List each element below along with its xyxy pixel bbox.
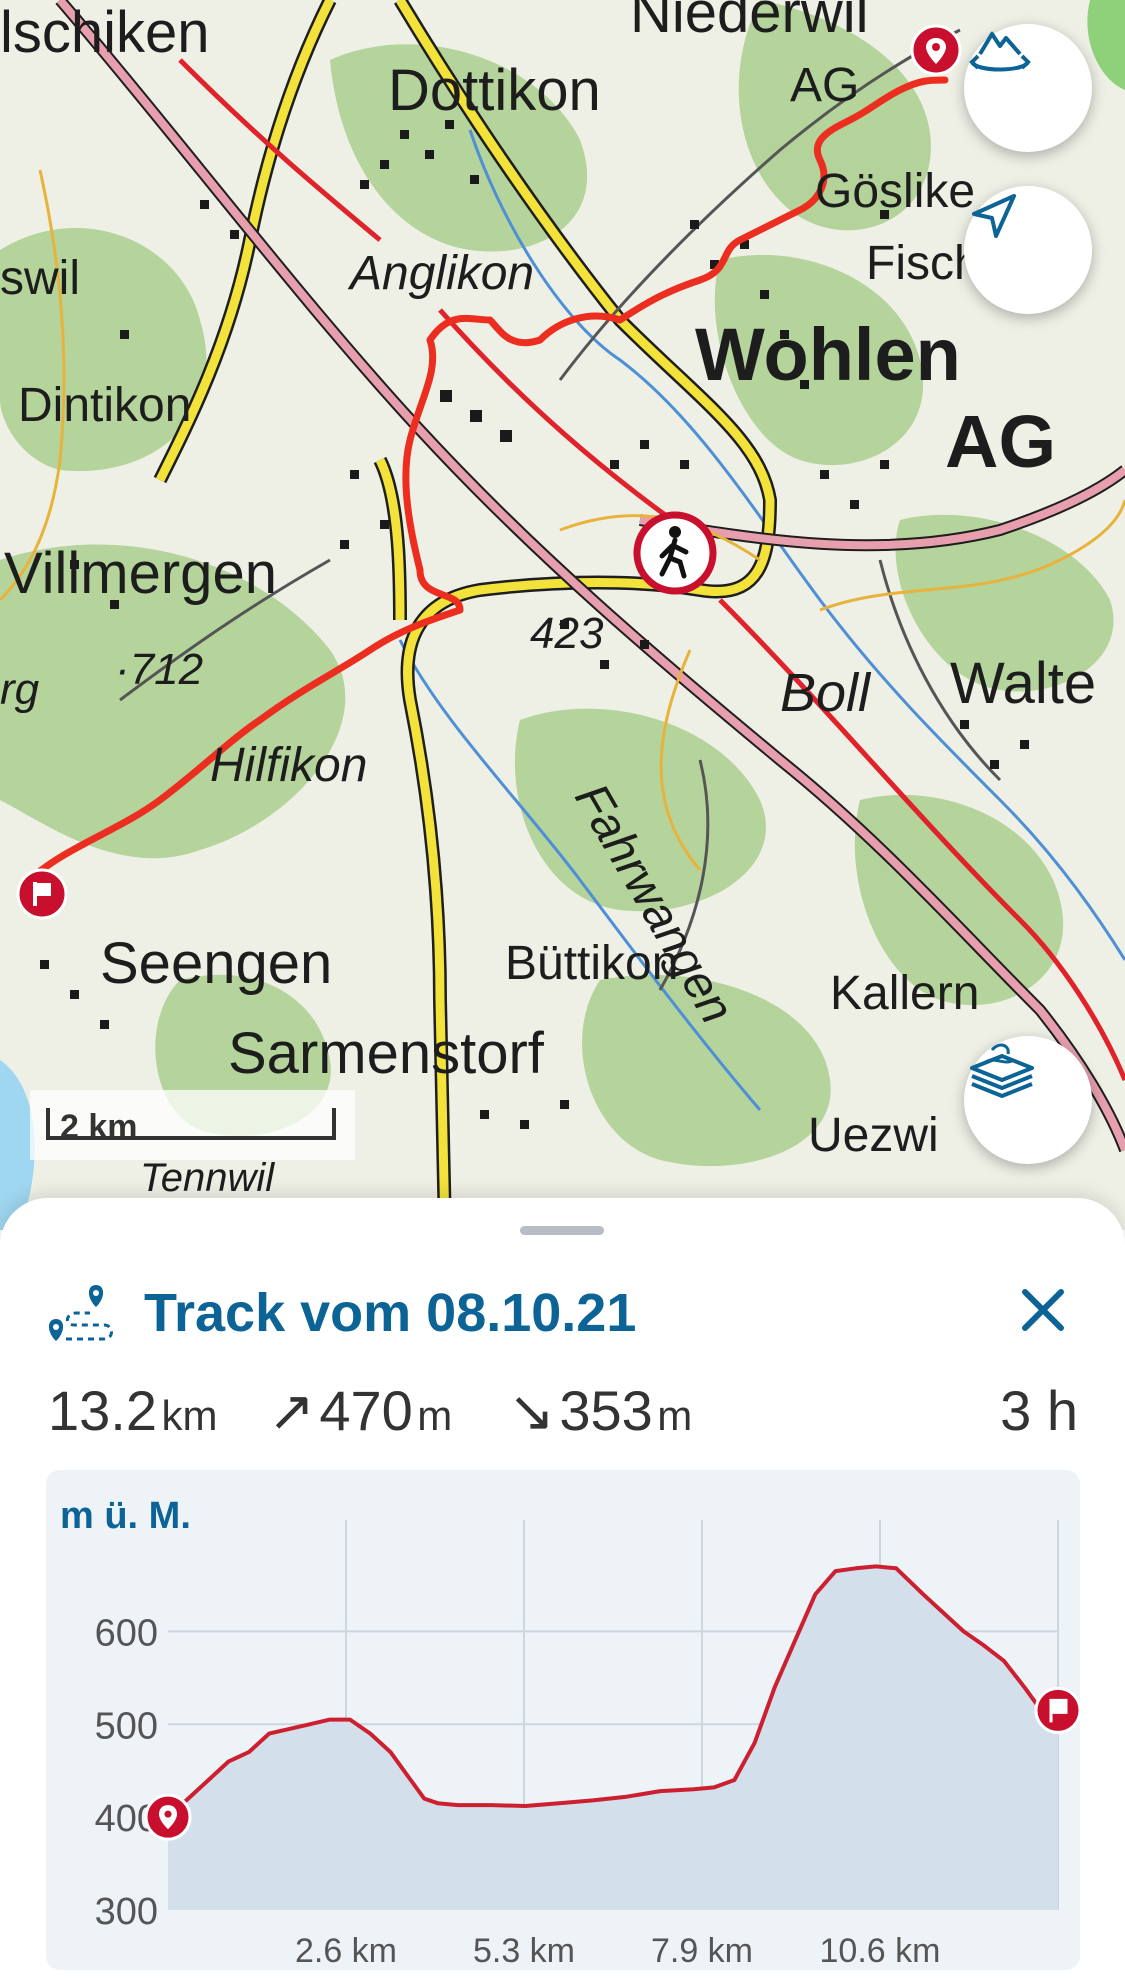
elevation-area xyxy=(168,1566,1058,1910)
y-tick-label: 300 xyxy=(95,1891,158,1933)
track-header: Track vom 08.10.21 xyxy=(44,1278,636,1348)
x-tick-label: 10.6 km xyxy=(820,1932,941,1970)
map-label: Dintikon xyxy=(18,379,192,432)
x-tick-label: 2.6 km xyxy=(295,1932,397,1970)
map-label: Hilfikon xyxy=(210,739,368,792)
descent-unit: m xyxy=(657,1392,693,1439)
scale-bar: 2 km xyxy=(30,1090,355,1160)
ascent-arrow-icon: ↗ xyxy=(268,1379,315,1442)
ascent-value: 470 xyxy=(319,1379,413,1442)
map-label: Dottikon xyxy=(388,58,601,123)
layers-icon xyxy=(970,1043,1034,1098)
elevation-chart-svg: m ü. M.3004005006002.6 km 5.3 km 7.9 km 10.… xyxy=(60,1495,1080,1970)
map-label: Niederwil xyxy=(630,0,869,45)
map-layers-button[interactable] xyxy=(964,1036,1092,1164)
map-label: Sarmenstorf xyxy=(228,1021,544,1086)
y-tick-label: 600 xyxy=(95,1612,158,1654)
locate-me-button[interactable] xyxy=(964,186,1092,314)
track-stats: 13.2 km ↗ 470 m ↘ 353 m 3 h xyxy=(48,1378,1078,1448)
distance-value: 13.2 xyxy=(48,1379,157,1442)
descent-arrow-icon: ↘ xyxy=(508,1379,555,1442)
track-title: Track vom 08.10.21 xyxy=(144,1283,637,1343)
map-label: Villmergen xyxy=(4,541,277,606)
map-label: Göslike xyxy=(815,165,976,218)
elevation-profile-chart[interactable]: m ü. M. 300 400 500 600 2.6 km 5.3 km 7.9 km 10.… xyxy=(46,1470,1080,1970)
location-arrow-icon xyxy=(972,194,1016,238)
y-tick-label: 500 xyxy=(95,1705,158,1747)
map-label: Uezwi xyxy=(808,1109,939,1162)
scale-bar-label: 2 km xyxy=(60,1108,138,1146)
map-label: swil xyxy=(0,252,80,305)
distance-stat: 13.2 km xyxy=(48,1378,217,1443)
map-view[interactable]: lschiken Dottikon Niederwil AG Göslike F… xyxy=(0,0,1125,1230)
map-label: Walte xyxy=(950,651,1097,716)
map-label: 423 xyxy=(530,609,604,658)
map-label: Kallern xyxy=(830,967,980,1020)
track-route-icon xyxy=(48,1285,113,1341)
map-label: Tennwil xyxy=(140,1156,275,1200)
y-axis-label: m ü. M. xyxy=(60,1495,191,1537)
x-tick-label: 7.9 km xyxy=(651,1932,753,1970)
descent-stat: ↘ 353 m xyxy=(508,1378,692,1444)
map-label: Wohlen xyxy=(695,313,961,396)
ascent-stat: ↗ 470 m xyxy=(268,1378,452,1444)
map-label: rg xyxy=(0,665,40,714)
map-label: AG xyxy=(790,59,860,112)
map-label: Boll xyxy=(780,663,871,723)
map-label: Anglikon xyxy=(350,247,535,300)
map-label: AG xyxy=(945,400,1056,483)
end-flag-icon xyxy=(1034,1686,1080,1734)
map-label: ·712 xyxy=(115,645,204,694)
start-pin-icon xyxy=(144,1793,192,1841)
track-details-sheet: Track vom 08.10.21 13.2 km ↗ 470 m ↘ 353… xyxy=(0,1198,1125,1987)
distance-unit: km xyxy=(161,1392,218,1439)
terrain-rotate-icon xyxy=(969,31,1031,72)
ascent-unit: m xyxy=(417,1392,453,1439)
terrain-3d-button[interactable] xyxy=(964,24,1092,152)
descent-value: 353 xyxy=(559,1379,653,1442)
close-button[interactable] xyxy=(1013,1280,1073,1340)
x-tick-label: 5.3 km xyxy=(473,1932,575,1970)
close-icon xyxy=(1022,1289,1064,1331)
sheet-drag-handle[interactable] xyxy=(520,1226,604,1235)
duration-value: 3 h xyxy=(1000,1379,1078,1442)
map-label: lschiken xyxy=(0,0,210,65)
map-label: Seengen xyxy=(100,931,333,996)
map-label-alt: 712 xyxy=(129,645,204,694)
